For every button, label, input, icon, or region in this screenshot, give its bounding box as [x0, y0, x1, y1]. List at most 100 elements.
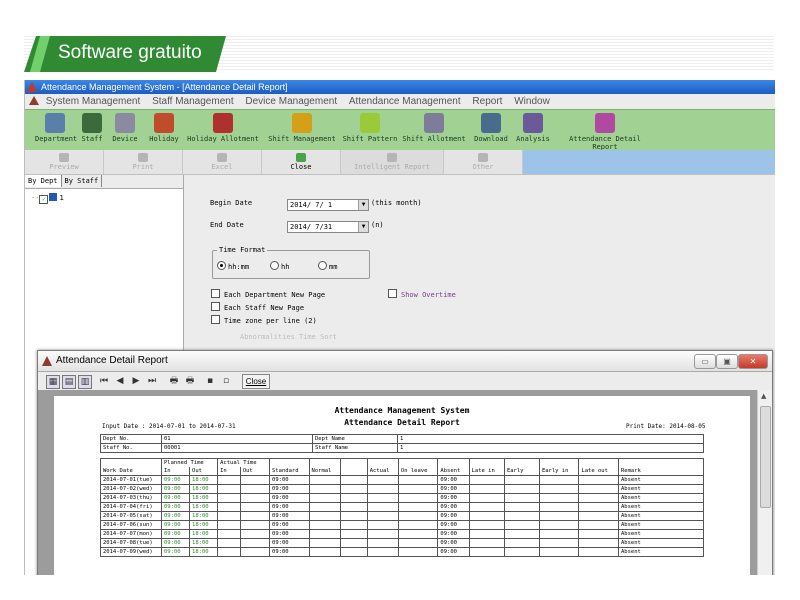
show-overtime-label: Show Overtime — [401, 291, 456, 299]
normal-cell — [308, 529, 341, 539]
save-icon[interactable]: ▪ — [204, 375, 216, 387]
radio-mm[interactable]: mm — [318, 261, 337, 271]
vertical-scrollbar[interactable]: ▲ — [757, 390, 772, 575]
col-remark: Remark — [618, 458, 704, 476]
work-date-cell: 2014-07-09(wed) — [100, 547, 162, 557]
toolbar-download-button[interactable]: Download — [473, 113, 509, 143]
print-button[interactable]: Print — [104, 150, 182, 174]
preview-button[interactable]: Preview — [25, 150, 103, 174]
toolbar-shift-management-button[interactable]: Shift Management — [267, 113, 337, 143]
tree-node-root[interactable]: -- ✓ 1 — [31, 193, 64, 204]
toolbar-shift-allotment-button[interactable]: Shift Allotment — [401, 113, 467, 143]
menu-system-management[interactable]: System Management — [46, 94, 141, 109]
toolbar-holiday-allotment-button[interactable]: Holiday Allotment — [185, 113, 261, 143]
remark-cell: Absent — [618, 502, 704, 512]
radio-button[interactable] — [318, 261, 327, 270]
excel-button[interactable]: Excel — [183, 150, 261, 174]
col-actual-out: Out — [239, 467, 271, 476]
planned-in-cell: 09:00 — [160, 520, 191, 530]
tree-checkbox[interactable]: ✓ — [39, 195, 49, 204]
chevron-down-icon[interactable]: ▼ — [358, 200, 368, 210]
planned-in-cell: 09:00 — [160, 538, 191, 548]
check-each-staff-new-page[interactable]: Each Staff New Page — [211, 302, 304, 312]
toolbar-holiday-button[interactable]: Holiday — [147, 113, 181, 143]
last-page-icon[interactable]: ⏭ — [146, 375, 158, 387]
whole-page-icon[interactable]: ▤ — [62, 375, 76, 389]
minimize-button[interactable]: ▭ — [694, 354, 716, 369]
menu-attendance-management[interactable]: Attendance Management — [349, 94, 461, 109]
page-width-icon[interactable]: ▦ — [46, 375, 60, 389]
radio-button[interactable] — [217, 261, 226, 270]
radio-hh[interactable]: hh — [270, 261, 289, 271]
report-header-table: Dept No. 01 Dept Name 1 Staff No. 00001 Staff… — [100, 434, 704, 453]
end-date-note: (n) — [371, 221, 384, 229]
toolbar-department-button[interactable]: Department — [35, 113, 77, 143]
tab-by-dept[interactable]: By Dept — [25, 175, 62, 187]
time-format-group: Time Format hh:mm hh mm — [212, 246, 370, 279]
scroll-thumb[interactable] — [760, 406, 771, 508]
print-setup-icon[interactable]: 🖶 — [168, 375, 180, 387]
checkbox[interactable] — [388, 289, 397, 298]
dept-name-value: 1 — [397, 434, 704, 444]
radio-button[interactable] — [270, 261, 279, 270]
actual-cell — [366, 547, 399, 557]
attendance-rows: 2014-07-01(tue) 09:00 18:00 09:00 09:00 Absen… — [100, 475, 704, 557]
tab-by-staff[interactable]: By Staff — [62, 175, 103, 187]
other-button[interactable]: Other — [444, 150, 522, 174]
blank-cell — [339, 520, 368, 530]
actual-cell — [366, 511, 399, 521]
close-window-button[interactable]: ✕ — [738, 354, 768, 369]
early-cell — [503, 547, 540, 557]
open-icon[interactable]: ▫ — [220, 375, 232, 387]
toolbar-shift-pattern-button[interactable]: Shift Pattern — [341, 113, 399, 143]
intelligent-report-button[interactable]: Intelligent Report — [341, 150, 443, 174]
begin-date-picker[interactable]: 2014/ 7/ 1 ▼ — [287, 199, 369, 211]
menu-device-management[interactable]: Device Management — [245, 94, 337, 109]
excel-label: Excel — [211, 163, 233, 171]
actual-cell — [366, 502, 399, 512]
check-each-dept-new-page[interactable]: Each Department New Page — [211, 289, 325, 299]
attendance-table: Work Date Planned Time Actual Time Stand… — [100, 458, 704, 557]
preview-close-button[interactable]: Close — [242, 374, 270, 389]
menu-window[interactable]: Window — [514, 94, 550, 109]
close-report-button[interactable]: Close — [262, 150, 340, 174]
first-page-icon[interactable]: ⏮ — [98, 375, 110, 387]
check-each-staff-label: Each Staff New Page — [224, 304, 305, 312]
blank-cell — [339, 538, 368, 548]
check-show-overtime[interactable]: Show Overtime — [388, 289, 456, 299]
app-menu-icon[interactable] — [29, 96, 39, 105]
menu-staff-management[interactable]: Staff Management — [152, 94, 234, 109]
end-date-picker[interactable]: 2014/ 7/31 ▼ — [287, 221, 369, 233]
late-out-cell — [578, 547, 619, 557]
early-cell — [503, 529, 540, 539]
maximize-button[interactable]: ▣ — [716, 354, 738, 369]
hidden-option-hint: Abnormalities Time Sort — [240, 333, 337, 341]
checkbox[interactable] — [211, 289, 220, 298]
toolbar-device-button[interactable]: Device — [110, 113, 140, 143]
table-row: 2014-07-01(tue) 09:00 18:00 09:00 09:00 Absen… — [100, 475, 704, 485]
menu-report[interactable]: Report — [472, 94, 502, 109]
prev-page-icon[interactable]: ◀ — [114, 375, 126, 387]
title-bar: Attendance Management System - [Attendan… — [25, 80, 775, 94]
multi-page-icon[interactable]: ▥ — [78, 375, 92, 389]
toolbar-analysis-button[interactable]: Analysis — [515, 113, 551, 143]
checkbox[interactable] — [211, 315, 220, 324]
radio-hhmm[interactable]: hh:mm — [217, 261, 249, 271]
late-out-cell — [578, 511, 619, 521]
toolbar-staff-button[interactable]: Staff — [80, 113, 104, 143]
col-actual: Actual — [366, 458, 399, 476]
normal-cell — [308, 484, 341, 494]
remark-cell: Absent — [618, 547, 704, 557]
scroll-up-icon[interactable]: ▲ — [761, 392, 766, 400]
checkbox[interactable] — [211, 302, 220, 311]
dept-no-label: Dept No. — [100, 434, 162, 444]
actual-in-cell — [217, 493, 241, 503]
print-icon[interactable]: 🖶 — [184, 375, 196, 387]
toolbar-attendance-detail-report-button[interactable]: Attendance Detail Report — [555, 113, 655, 151]
check-time-zone-per-line[interactable]: Time zone per line (2) — [211, 315, 317, 325]
next-page-icon[interactable]: ▶ — [130, 375, 142, 387]
app-icon — [27, 82, 37, 92]
late-in-cell — [468, 484, 505, 494]
chevron-down-icon[interactable]: ▼ — [358, 222, 368, 232]
planned-in-cell: 09:00 — [160, 493, 191, 503]
